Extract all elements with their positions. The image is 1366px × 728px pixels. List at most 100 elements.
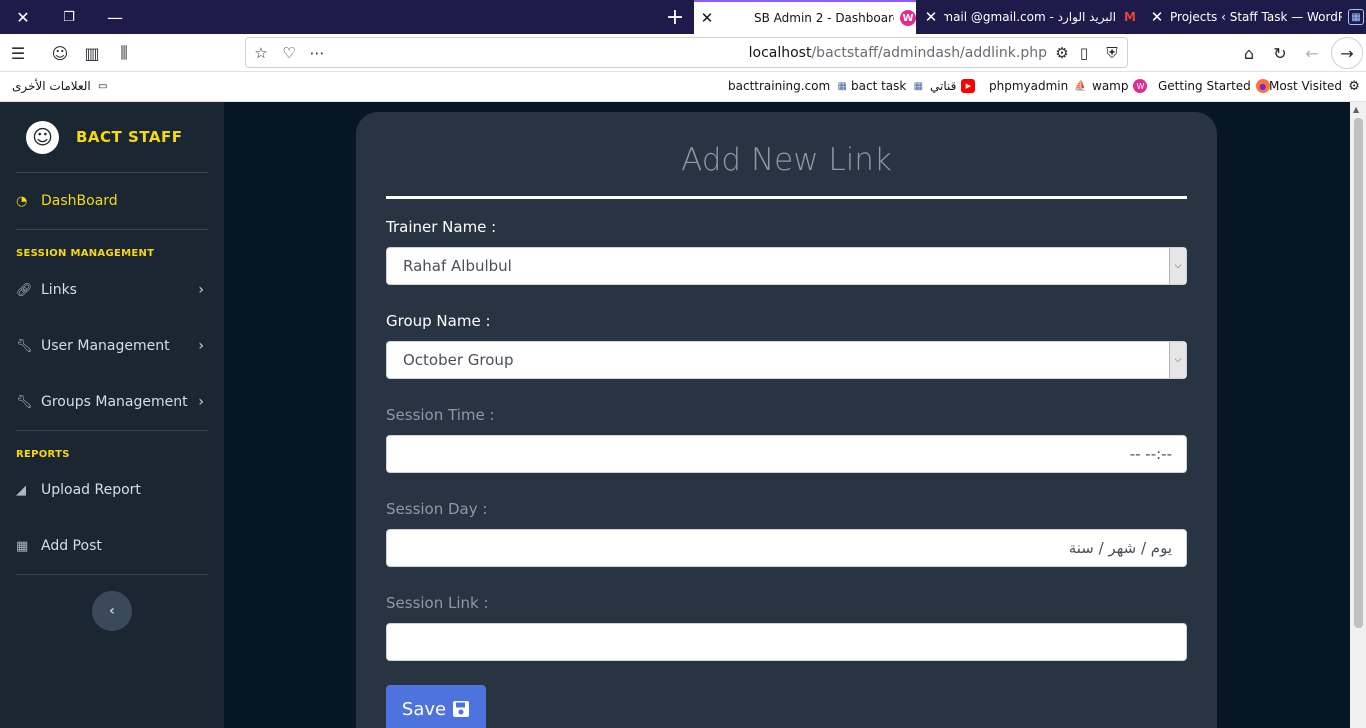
sidebar-item-label: DashBoard [41, 193, 118, 209]
phpmyadmin-icon: ⛵ [1074, 80, 1087, 92]
bookmark-getting-started[interactable]: Getting Started ● [1158, 79, 1270, 93]
page-title: Add New Link [681, 142, 892, 178]
close-window-icon[interactable]: ✕ [0, 0, 46, 34]
floppy-disk-icon [453, 701, 470, 717]
grid-icon: ▦ [1348, 9, 1364, 25]
trainer-name-value: Rahaf Albulbul [403, 257, 512, 275]
bookmark-label: Getting Started [1158, 79, 1251, 93]
bookmark-wamp[interactable]: wamp W [1092, 79, 1148, 93]
close-tab-icon[interactable]: ✕ [694, 9, 720, 27]
home-icon[interactable]: ⌂ [1235, 39, 1263, 67]
scrollbar-thumb[interactable] [1354, 118, 1363, 628]
brand-text: BACT STAFF [76, 128, 183, 146]
bookmark-my-channel[interactable]: قناتي ▶ [930, 79, 976, 93]
scroll-up-icon[interactable]: ▲ [1353, 105, 1359, 114]
pocket-icon[interactable]: ♡ [276, 40, 302, 66]
gear-icon: ⚙ [1348, 78, 1360, 94]
forward-icon[interactable]: → [1331, 37, 1363, 69]
wamp-icon: W [1133, 79, 1148, 93]
bookmark-label: Most Visited [1269, 79, 1343, 93]
account-icon[interactable]: ☺ [46, 39, 74, 67]
close-tab-icon[interactable]: ✕ [918, 8, 944, 26]
address-bar[interactable]: ☆ ♡ ⋯ localhost/bactstaff/admindash/addl… [245, 37, 1128, 68]
tab-bar: ✕ ❐ — + ✕ SB Admin 2 - Dashboard W ✕ الب… [0, 0, 1366, 34]
gmail-icon: M [1124, 10, 1136, 24]
session-day-label: Session Day : [386, 500, 488, 518]
minimize-window-icon[interactable]: — [92, 0, 138, 34]
tab-sb-admin[interactable]: ✕ SB Admin 2 - Dashboard W [694, 0, 916, 34]
table-icon: ▦ [16, 538, 29, 554]
chevron-right-icon: › [198, 394, 204, 410]
sidebar-item-add-post[interactable]: ▦ Add Post [16, 534, 208, 558]
wrench-icon: 🔧︎ [16, 338, 33, 354]
chevron-left-icon: ‹ [109, 603, 115, 619]
session-time-label: Session Time : [386, 406, 495, 424]
tab-title: البريد الوارد - Gmail @gmail.com [944, 10, 1116, 24]
back-icon[interactable]: ← [1298, 39, 1326, 67]
chevron-down-icon: ⌵ [1169, 342, 1186, 378]
sidebar-toggle-button[interactable]: ‹ [92, 591, 132, 631]
restore-window-icon[interactable]: ❐ [46, 0, 92, 34]
sidebar-item-user-management[interactable]: 🔧︎ User Management › [16, 334, 208, 358]
trainer-name-select[interactable]: Rahaf Albulbul ⌵ [386, 247, 1187, 285]
sidebar-divider [16, 172, 208, 173]
sidebar-heading-session: SESSION MANAGEMENT [16, 248, 155, 259]
sidebar-item-upload-report[interactable]: ◢ Upload Report [16, 478, 208, 502]
url-path: /bactstaff/admindash/addlink.php [811, 45, 1047, 61]
tachometer-icon: ◔ [16, 193, 28, 209]
bookmark-bacttraining[interactable]: bacttraining.com ▦ [728, 79, 849, 93]
sidebar-item-links[interactable]: 🔗︎ Links › [16, 278, 208, 302]
more-actions-icon[interactable]: ⋯ [304, 40, 330, 66]
group-name-select[interactable]: October Group ⌵ [386, 341, 1187, 379]
firefox-icon: ● [1255, 79, 1270, 93]
bookmarks-toolbar: العلامات الأخرى ▭ bacttraining.com ▦ bac… [0, 72, 1366, 102]
bookmark-label: phpmyadmin [989, 79, 1069, 93]
sidebar-item-label: Groups Management [41, 394, 188, 410]
page-info-icon[interactable]: ▯ [1071, 40, 1097, 66]
sidebar-item-groups-management[interactable]: 🔧︎ Groups Management › [16, 390, 208, 414]
other-bookmarks-label: العلامات الأخرى [12, 79, 91, 93]
sidebar-item-dashboard[interactable]: ◔ DashBoard [16, 189, 208, 213]
library-icon[interactable]: ⫼ [110, 39, 138, 67]
session-link-label: Session Link : [386, 594, 489, 612]
new-tab-button[interactable]: + [652, 0, 698, 34]
tab-projects[interactable]: ✕ Projects ‹ Staff Task — WordPre ▦ [1144, 0, 1366, 34]
session-time-input[interactable]: -- --:-- [386, 435, 1187, 473]
shield-icon[interactable]: ⛨ [1099, 40, 1125, 66]
bookmark-phpmyadmin[interactable]: phpmyadmin ⛵ [989, 79, 1087, 93]
close-tab-icon[interactable]: ✕ [1144, 8, 1170, 26]
url-text: localhost/bactstaff/admindash/addlink.ph… [749, 45, 1047, 61]
bookmark-label: قناتي [930, 79, 957, 93]
menu-icon[interactable]: ☰ [4, 39, 32, 67]
url-host: localhost [748, 45, 812, 61]
add-link-form-card: Add New Link Trainer Name : Rahaf Albulb… [356, 112, 1217, 728]
tab-title: Projects ‹ Staff Task — WordPre [1170, 10, 1342, 24]
session-day-input[interactable]: يوم / شهر / سنة [386, 529, 1187, 567]
bookmark-star-icon[interactable]: ☆ [248, 40, 274, 66]
tab-title: SB Admin 2 - Dashboard [754, 11, 894, 25]
bookmark-most-visited[interactable]: Most Visited ⚙ [1269, 78, 1361, 94]
sidebar: ☺ BACT STAFF ◔ DashBoard SESSION MANAGEM… [0, 102, 224, 728]
bookmark-bact-task[interactable]: bact task ▦ [851, 79, 925, 93]
page-scrollbar[interactable]: ▲ [1350, 102, 1366, 728]
sidebar-divider [16, 430, 208, 431]
tab-gmail[interactable]: ✕ البريد الوارد - Gmail @gmail.com M [918, 0, 1140, 34]
bookmark-label: bacttraining.com [728, 79, 831, 93]
bookmark-label: wamp [1092, 79, 1129, 93]
save-button[interactable]: Save [386, 685, 486, 728]
grid-icon: ▦ [913, 80, 924, 92]
title-divider [386, 196, 1187, 199]
sidebar-icon[interactable]: ▥ [78, 39, 106, 67]
reload-icon[interactable]: ↻ [1266, 39, 1294, 67]
chevron-down-icon: ⌵ [1169, 248, 1186, 284]
sidebar-item-label: Upload Report [41, 482, 141, 498]
sidebar-item-label: Links [41, 282, 77, 298]
laugh-wink-icon: ☺ [26, 120, 59, 154]
youtube-icon: ▶ [961, 79, 976, 93]
session-link-input[interactable] [386, 623, 1187, 661]
session-time-value: -- --:-- [1129, 445, 1172, 463]
other-bookmarks[interactable]: العلامات الأخرى ▭ [12, 79, 110, 93]
chevron-right-icon: › [198, 338, 204, 354]
brand[interactable]: ☺ BACT STAFF [26, 120, 182, 154]
session-day-value: يوم / شهر / سنة [1068, 539, 1172, 557]
